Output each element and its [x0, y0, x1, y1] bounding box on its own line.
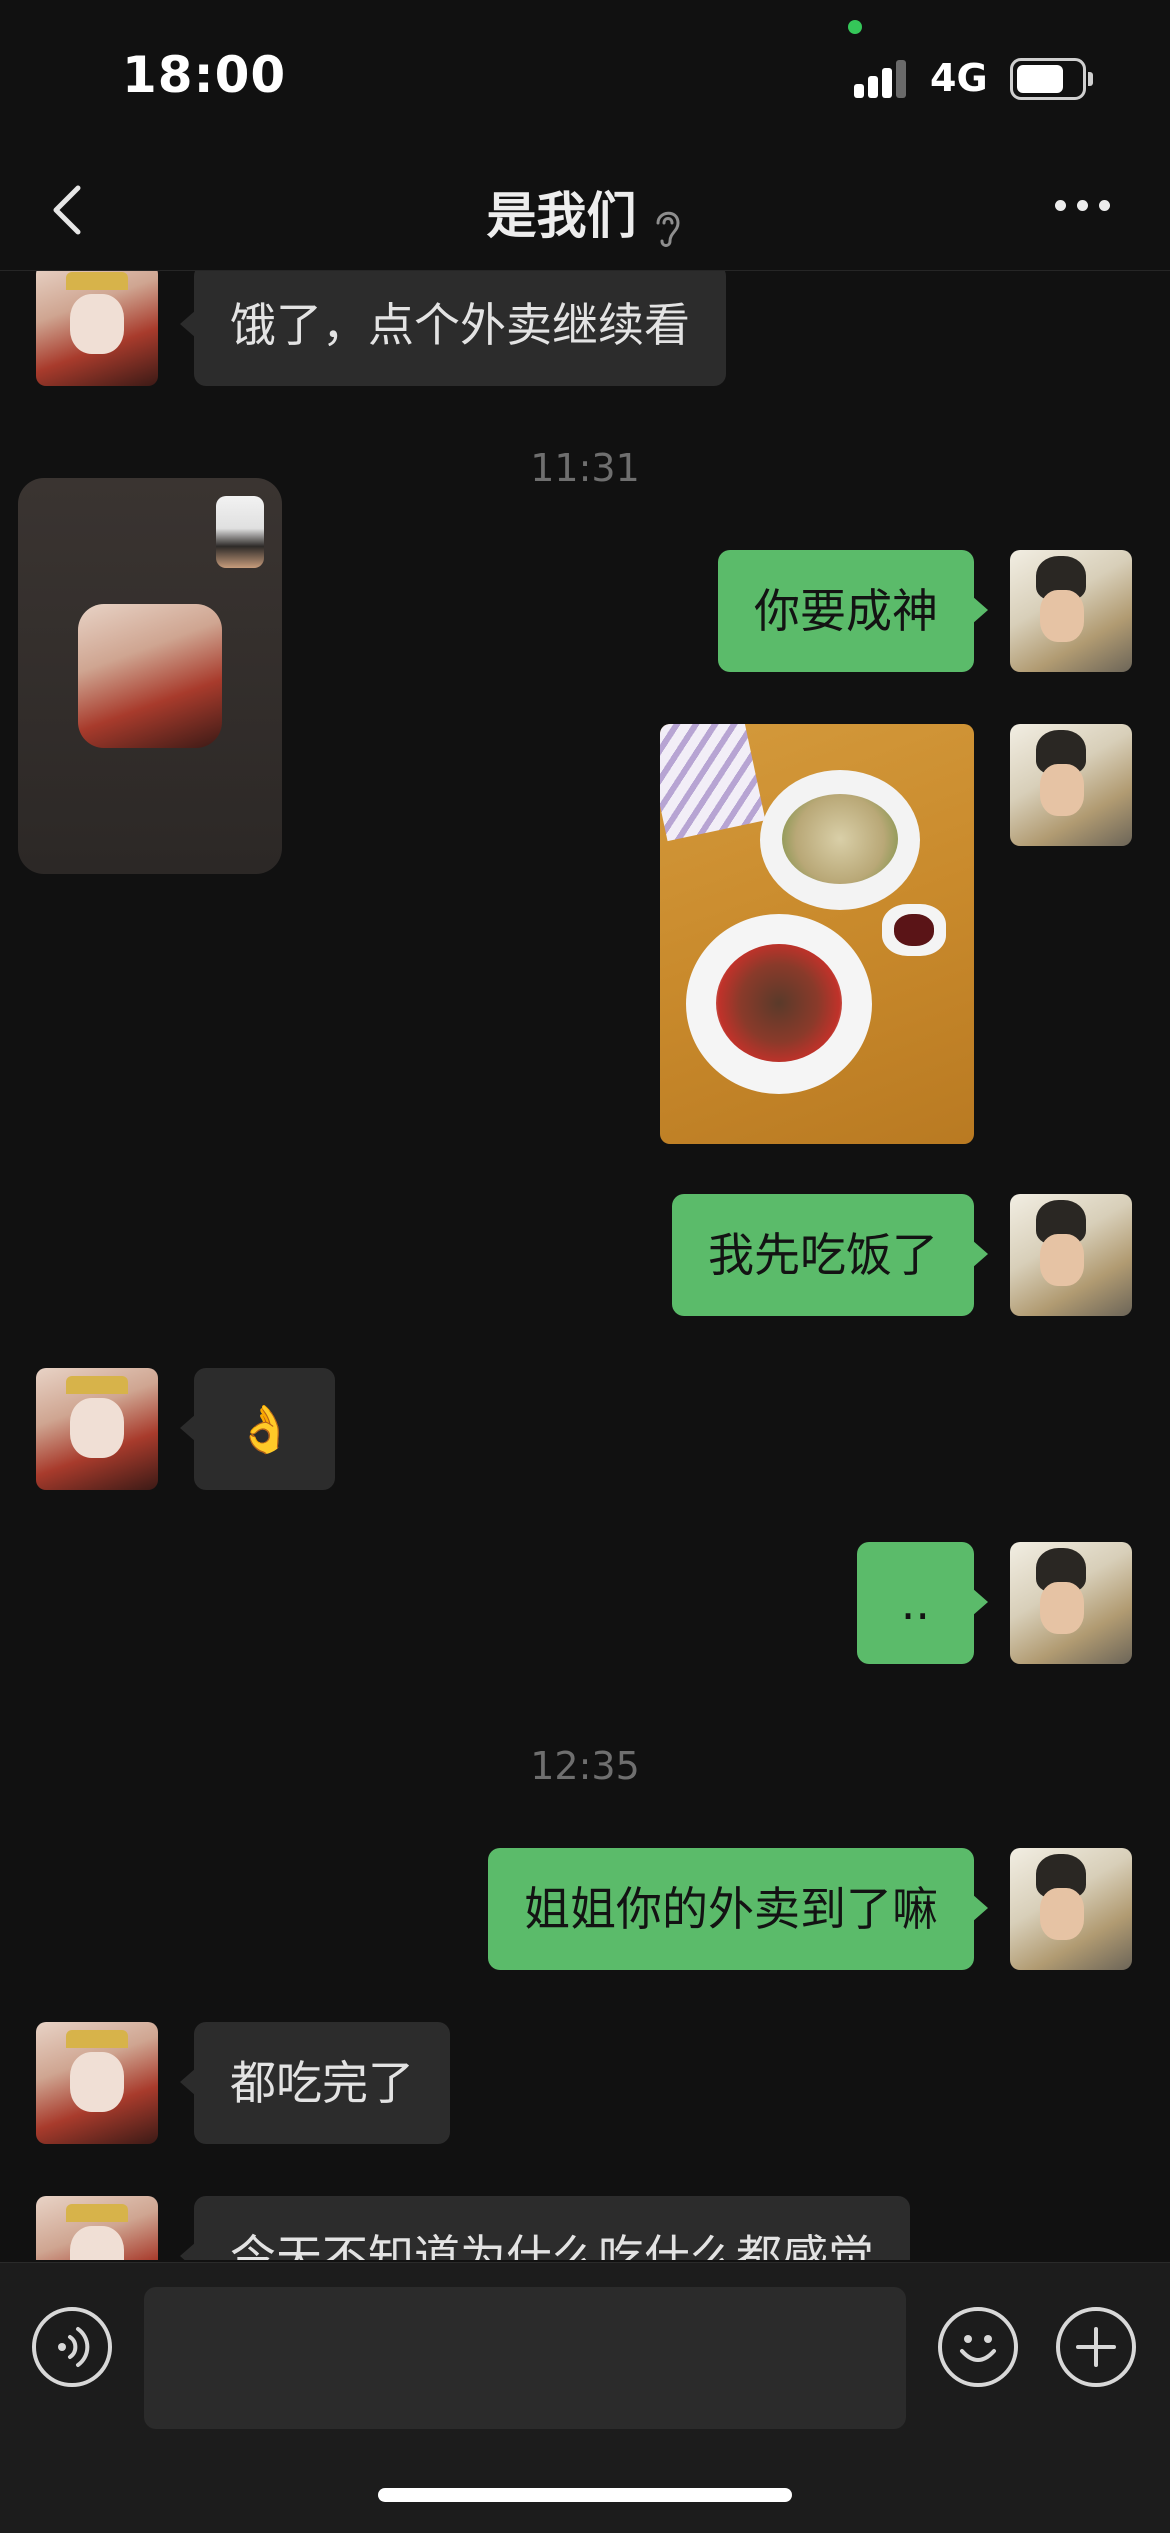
message-incoming[interactable]: 都吃完了	[180, 2022, 450, 2144]
voice-input-button[interactable]	[32, 2307, 112, 2387]
message-input[interactable]	[144, 2287, 906, 2429]
my-avatar[interactable]	[1010, 1848, 1132, 1970]
plus-icon	[1076, 2327, 1116, 2367]
battery-icon	[1010, 58, 1093, 100]
message-image[interactable]	[660, 724, 974, 1144]
contact-avatar[interactable]	[36, 2196, 158, 2260]
chat-title: 是我们	[486, 187, 637, 245]
more-dot-icon	[1055, 200, 1066, 211]
my-avatar[interactable]	[1010, 1542, 1132, 1664]
message-list[interactable]: 饿了，点个外卖继续看 11:31 你要成神 我先吃饭了 👌 .. 12:35 姐…	[0, 270, 1170, 2260]
my-avatar[interactable]	[1010, 550, 1132, 672]
signal-icon	[854, 58, 914, 98]
home-indicator[interactable]	[378, 2488, 792, 2502]
chat-title-area: 是我们	[0, 176, 1170, 253]
chat-header: 是我们	[0, 150, 1170, 271]
my-avatar[interactable]	[1010, 724, 1132, 846]
contact-avatar[interactable]	[36, 270, 158, 386]
mic-indicator-dot	[848, 20, 862, 34]
video-contact-avatar	[78, 604, 222, 748]
network-type: 4G	[930, 56, 988, 100]
ear-icon	[652, 205, 684, 253]
status-bar: 18:00 4G	[0, 0, 1170, 150]
status-time: 18:00	[122, 46, 287, 104]
smiley-icon	[960, 2335, 996, 2362]
message-outgoing[interactable]: ..	[856, 1542, 989, 1664]
message-incoming[interactable]: 饿了，点个外卖继续看	[180, 270, 726, 386]
more-dot-icon	[1099, 200, 1110, 211]
message-outgoing[interactable]: 我先吃饭了	[672, 1194, 988, 1316]
more-dot-icon	[1077, 200, 1088, 211]
video-call-window[interactable]	[18, 478, 282, 874]
my-avatar[interactable]	[1010, 1194, 1132, 1316]
voice-icon	[58, 2327, 90, 2367]
more-options-button[interactable]	[1055, 200, 1115, 220]
message-outgoing[interactable]: 姐姐你的外卖到了嘛	[488, 1848, 988, 1970]
contact-avatar[interactable]	[36, 2022, 158, 2144]
message-incoming[interactable]: 👌	[179, 1368, 336, 1490]
timestamp: 12:35	[530, 1744, 640, 1788]
emoji-button[interactable]	[938, 2307, 1018, 2387]
message-outgoing[interactable]: 你要成神	[718, 550, 988, 672]
contact-avatar[interactable]	[36, 1368, 158, 1490]
more-functions-button[interactable]	[1056, 2307, 1136, 2387]
message-incoming[interactable]: 今天不知道为什么吃什么都感觉	[180, 2196, 910, 2260]
video-self-preview	[216, 496, 264, 568]
